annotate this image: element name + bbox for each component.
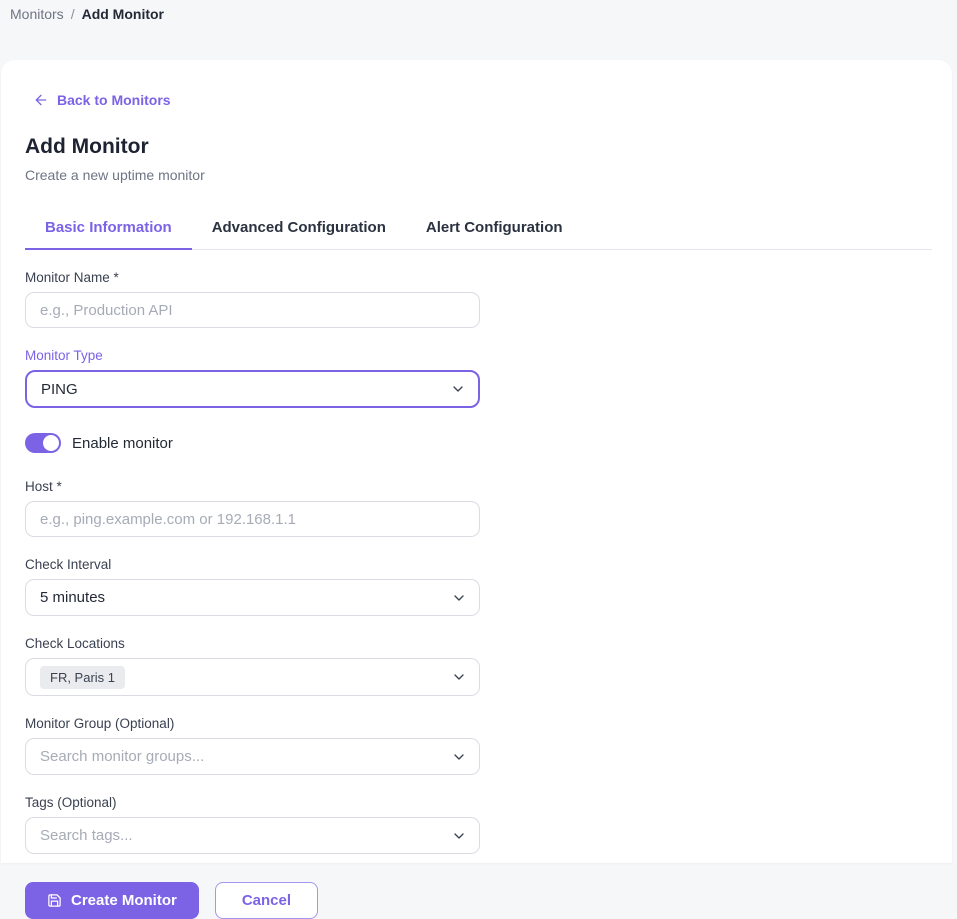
monitor-type-label: Monitor Type: [25, 348, 103, 363]
breadcrumb: Monitors / Add Monitor: [10, 4, 947, 22]
tags-select[interactable]: Search tags...: [25, 817, 480, 854]
monitor-group-select[interactable]: Search monitor groups...: [25, 738, 480, 775]
toggle-knob: [43, 435, 59, 451]
location-chip[interactable]: FR, Paris 1: [40, 665, 126, 689]
host-field: Host *: [25, 479, 480, 537]
monitor-group-field: Monitor Group (Optional) Search monitor …: [25, 716, 480, 775]
enable-monitor-label: Enable monitor: [72, 434, 173, 452]
check-locations-select[interactable]: FR, Paris 1: [25, 658, 480, 696]
chevron-down-icon: [451, 749, 467, 765]
check-locations-label: Check Locations: [25, 636, 125, 651]
chevron-down-icon: [451, 669, 467, 685]
cancel-button[interactable]: Cancel: [214, 882, 319, 919]
enable-monitor-toggle[interactable]: [25, 433, 61, 453]
host-label: Host *: [25, 479, 62, 494]
create-monitor-label: Create Monitor: [71, 892, 177, 909]
chevron-down-icon: [450, 381, 466, 397]
tab-advanced-configuration[interactable]: Advanced Configuration: [192, 209, 406, 250]
tags-field: Tags (Optional) Search tags...: [25, 795, 480, 854]
back-to-monitors-link[interactable]: Back to Monitors: [33, 92, 171, 108]
monitor-group-label: Monitor Group (Optional): [25, 716, 175, 731]
check-interval-select[interactable]: 5 minutes: [25, 579, 480, 616]
breadcrumb-separator: /: [70, 6, 75, 22]
add-monitor-card: Back to Monitors Add Monitor Create a ne…: [1, 60, 952, 919]
monitor-group-placeholder: Search monitor groups...: [40, 748, 205, 765]
cancel-label: Cancel: [241, 892, 292, 909]
chevron-down-icon: [451, 590, 467, 606]
add-monitor-form: Monitor Name * Monitor Type PING Enable …: [25, 270, 480, 919]
create-monitor-button[interactable]: Create Monitor: [25, 882, 199, 919]
chevron-down-icon: [451, 828, 467, 844]
monitor-type-field: Monitor Type PING: [25, 348, 480, 408]
monitor-name-label: Monitor Name *: [25, 270, 119, 285]
tab-alert-configuration[interactable]: Alert Configuration: [406, 209, 583, 250]
breadcrumb-current: Add Monitor: [81, 6, 164, 22]
arrow-left-icon: [33, 92, 49, 108]
tags-label: Tags (Optional): [25, 795, 117, 810]
back-link-label: Back to Monitors: [57, 92, 171, 108]
page-subtitle: Create a new uptime monitor: [25, 167, 205, 183]
form-actions: Create Monitor Cancel: [25, 882, 480, 919]
monitor-type-value: PING: [41, 380, 78, 398]
save-icon: [47, 893, 62, 908]
breadcrumb-bar: Monitors / Add Monitor: [0, 0, 957, 60]
tags-placeholder: Search tags...: [40, 827, 133, 844]
monitor-type-select[interactable]: PING: [25, 370, 480, 408]
monitor-name-field: Monitor Name *: [25, 270, 480, 328]
enable-monitor-row: Enable monitor: [25, 433, 480, 453]
host-input[interactable]: [25, 501, 480, 537]
page-title: Add Monitor: [25, 135, 149, 158]
check-locations-field: Check Locations FR, Paris 1: [25, 636, 480, 696]
check-interval-label: Check Interval: [25, 557, 112, 572]
breadcrumb-monitors[interactable]: Monitors: [10, 6, 64, 22]
tab-basic-information[interactable]: Basic Information: [25, 209, 192, 250]
monitor-name-input[interactable]: [25, 292, 480, 328]
check-interval-value: 5 minutes: [40, 589, 106, 606]
check-interval-field: Check Interval 5 minutes: [25, 557, 480, 616]
tab-bar: Basic Information Advanced Configuration…: [25, 209, 932, 250]
